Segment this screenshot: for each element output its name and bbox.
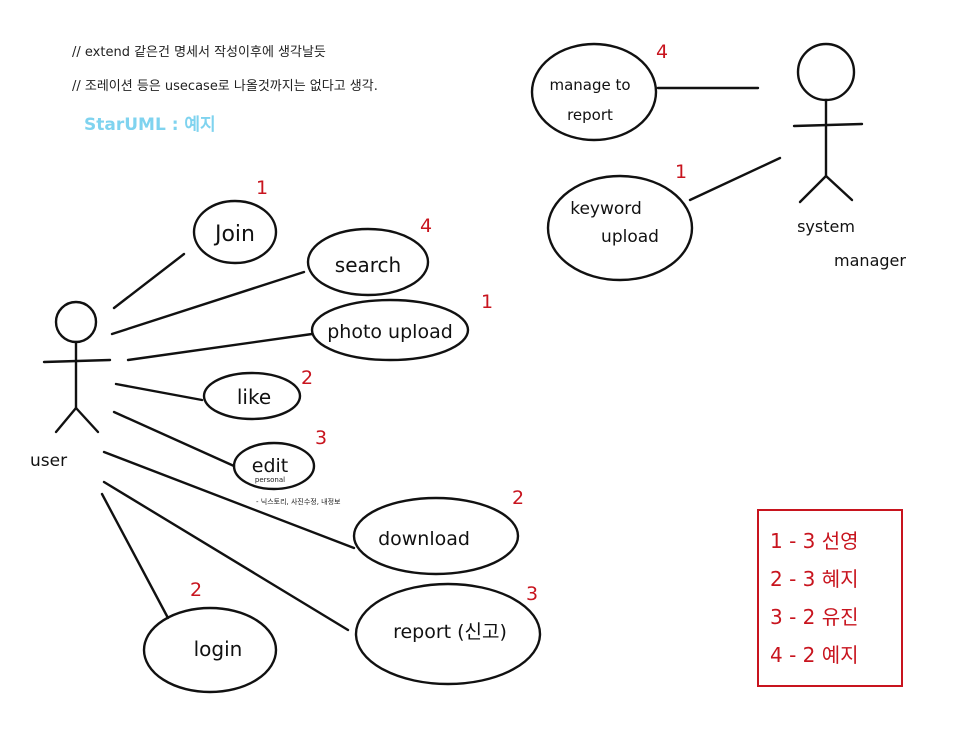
- usecase-join-label: Join: [213, 222, 255, 247]
- note-line-2: // 조레이션 등은 usecase로 나올것까지는 없다고 생각.: [72, 79, 378, 94]
- usecase-search-number: 4: [420, 215, 432, 237]
- usecase-edit[interactable]: edit personal: [232, 441, 316, 491]
- manager-label-1: system: [797, 217, 855, 236]
- usecase-photo-upload[interactable]: photo upload: [310, 298, 470, 362]
- note-line-1: // extend 같은건 명세서 작성이후에 생각날듯: [72, 45, 326, 60]
- assoc-keyword-upload: [688, 156, 782, 202]
- manager-label-2: manager: [834, 251, 906, 270]
- usecase-keyword-upload[interactable]: keyword upload: [546, 174, 694, 282]
- user-head: [54, 300, 98, 344]
- usecase-photo-upload-number: 1: [481, 291, 493, 313]
- usecase-edit-number: 3: [315, 427, 327, 449]
- usecase-like-label: like: [237, 385, 271, 409]
- use-case-diagram: // extend 같은건 명세서 작성이후에 생각날듯 // 조레이션 등은 …: [30, 41, 906, 694]
- usecase-download[interactable]: download: [352, 496, 520, 576]
- user-arms: [42, 358, 112, 364]
- user-left-leg: [54, 406, 78, 434]
- usecase-edit-sub: personal: [255, 476, 285, 484]
- usecase-join[interactable]: Join: [192, 199, 278, 265]
- manager-head: [796, 42, 856, 102]
- usecase-login[interactable]: login: [142, 606, 278, 694]
- usecase-report[interactable]: report (신고): [354, 582, 542, 686]
- user-right-leg: [74, 406, 100, 434]
- assoc-join: [112, 252, 186, 310]
- usecase-like-number: 2: [301, 367, 313, 389]
- assoc-photo-upload: [126, 332, 314, 362]
- usecase-manage-report[interactable]: manage to report: [530, 42, 658, 142]
- user-label: user: [30, 451, 67, 471]
- usecase-search-label: search: [335, 253, 401, 277]
- usecase-report-number: 3: [526, 583, 538, 605]
- usecase-manage-report-number: 4: [656, 41, 668, 63]
- legend-row-3: 3 - 2 유진: [770, 605, 859, 629]
- assoc-edit: [112, 410, 236, 468]
- user-actor: user: [30, 300, 112, 471]
- usecase-login-number: 2: [190, 579, 202, 601]
- usecase-keyword-upload-number: 1: [675, 161, 687, 183]
- legend-row-2: 2 - 3 혜지: [770, 567, 859, 591]
- assoc-like: [114, 382, 204, 402]
- usecase-manage-report-label-2: report: [567, 106, 613, 124]
- usecase-photo-upload-label: photo upload: [327, 321, 453, 343]
- manager-left-leg: [798, 174, 828, 204]
- usecase-edit-note: - 닉스토리, 사진수정, 내정보: [256, 497, 341, 506]
- tool-note: StarUML : 예지: [84, 115, 216, 135]
- assoc-search: [110, 270, 306, 336]
- assignment-legend: 1 - 3 선영 2 - 3 혜지 3 - 2 유진 4 - 2 예지: [757, 509, 903, 687]
- legend-row-4: 4 - 2 예지: [770, 643, 859, 667]
- usecase-join-number: 1: [256, 177, 268, 199]
- manager-arms: [792, 122, 864, 128]
- usecase-login-label: login: [194, 637, 243, 661]
- usecase-keyword-upload-label-1: keyword: [570, 199, 642, 219]
- assoc-login: [100, 492, 170, 620]
- legend-row-1: 1 - 3 선영: [770, 529, 859, 553]
- usecase-report-label: report (신고): [393, 621, 507, 643]
- usecase-download-number: 2: [512, 487, 524, 509]
- system-manager-actor: system manager: [792, 42, 906, 270]
- usecase-manage-report-label-1: manage to: [549, 76, 630, 94]
- usecase-download-label: download: [378, 528, 470, 550]
- usecase-keyword-upload-label-2: upload: [601, 227, 659, 247]
- usecase-edit-label: edit: [252, 455, 288, 477]
- usecase-search[interactable]: search: [306, 227, 430, 297]
- usecase-like[interactable]: like: [202, 371, 302, 421]
- manager-right-leg: [824, 174, 854, 202]
